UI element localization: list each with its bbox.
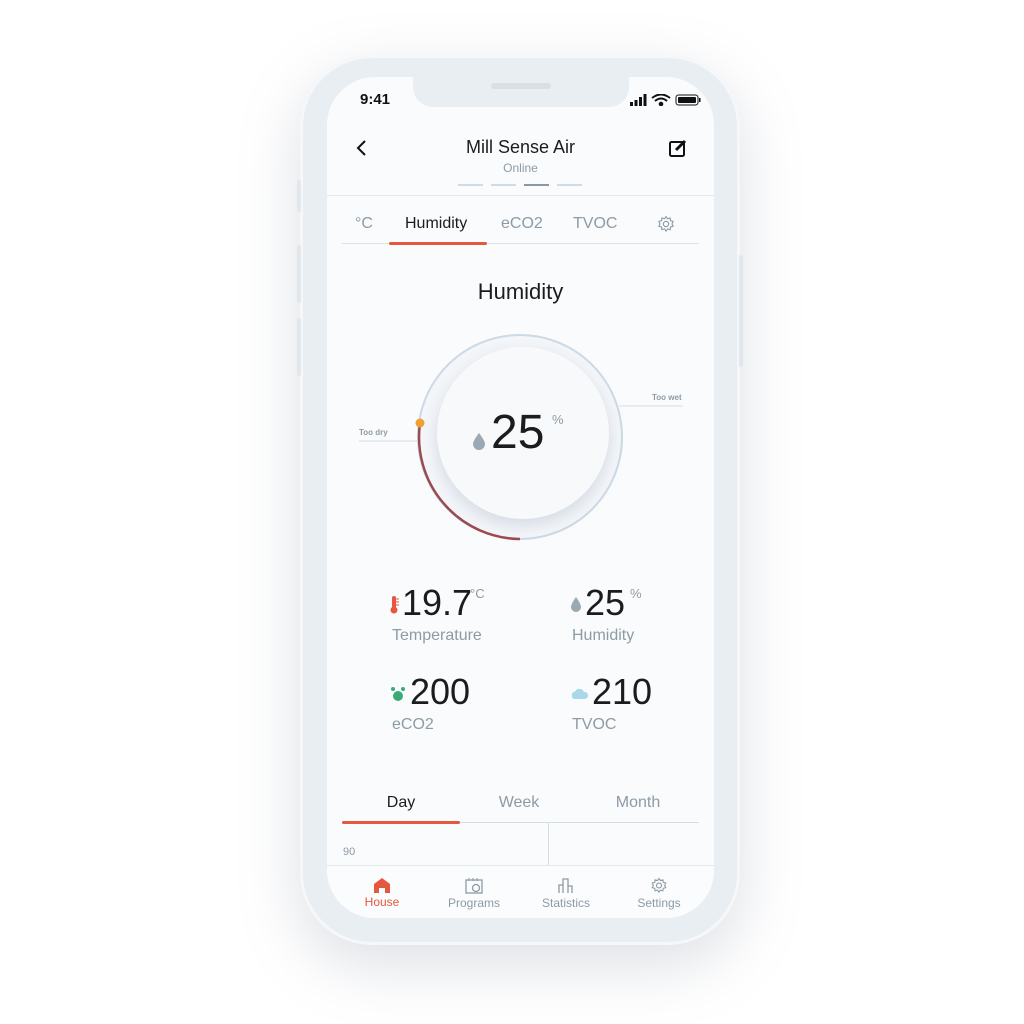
- eco2-label: eCO2: [392, 716, 434, 733]
- chart-cursor-line: [548, 823, 549, 865]
- gauge-title: Humidity: [477, 279, 564, 304]
- nav-statistics[interactable]: Statistics: [518, 877, 614, 910]
- period-tab-day[interactable]: Day: [342, 794, 460, 812]
- status-time: 9:41: [360, 91, 391, 108]
- speaker: [491, 83, 551, 89]
- nav-settings[interactable]: Settings: [611, 877, 707, 910]
- wifi-icon: [651, 94, 671, 106]
- page-dot: [491, 184, 516, 186]
- edit-icon[interactable]: [668, 138, 688, 158]
- eco2-icon: [391, 687, 405, 701]
- mute-switch: [297, 180, 301, 212]
- gauge-handle[interactable]: [415, 418, 425, 428]
- device-status: Online: [503, 161, 538, 175]
- period-tab-week[interactable]: Week: [460, 794, 578, 812]
- power-button: [739, 255, 743, 367]
- nav-settings-label: Settings: [637, 896, 681, 910]
- volume-down-button: [297, 318, 301, 376]
- period-active-indicator: [342, 821, 460, 824]
- house-icon: [374, 878, 390, 893]
- thermometer-icon: [390, 596, 399, 614]
- notch: [413, 77, 629, 107]
- page-dot: [557, 184, 582, 186]
- nav-statistics-label: Statistics: [541, 896, 590, 910]
- gauge-value: 25: [491, 406, 545, 459]
- humidity-label: Humidity: [572, 627, 635, 644]
- eco2-value: 200: [410, 671, 471, 712]
- too-dry-label: Too dry: [359, 428, 388, 437]
- tab-celsius[interactable]: °C: [355, 215, 373, 233]
- nav-programs[interactable]: Programs: [426, 877, 522, 910]
- divider: [327, 195, 714, 196]
- tab-humidity[interactable]: Humidity: [405, 215, 467, 233]
- page-dot: [458, 184, 483, 186]
- humidity-value: 25: [585, 582, 626, 623]
- nav-programs-label: Programs: [447, 896, 500, 910]
- too-wet-label: Too wet: [652, 393, 682, 402]
- tab-settings-gear-icon[interactable]: [657, 215, 675, 233]
- page-title: Mill Sense Air: [465, 137, 576, 157]
- battery-icon: [675, 94, 701, 106]
- page-dot-active: [524, 184, 549, 186]
- calendar-clock-icon: [465, 878, 483, 894]
- drop-icon: [571, 597, 581, 612]
- humidity-unit: %: [630, 586, 642, 601]
- tab-active-indicator: [389, 242, 487, 245]
- gear-icon: [651, 877, 667, 894]
- temperature-unit: °C: [470, 586, 485, 601]
- nav-house[interactable]: House: [334, 877, 430, 909]
- gauge-unit: %: [552, 412, 564, 427]
- bar-chart-icon: [558, 878, 573, 893]
- tvoc-label: TVOC: [572, 716, 617, 733]
- chart-y-tick: 90: [343, 846, 356, 858]
- signal-icon: [630, 94, 647, 106]
- period-tab-month[interactable]: Month: [579, 794, 697, 812]
- temperature-label: Temperature: [392, 627, 482, 644]
- volume-up-button: [297, 245, 301, 303]
- nav-house-label: House: [364, 895, 400, 909]
- temperature-value: 19.7: [402, 582, 473, 623]
- screen: 9:41 Mill Sense Air Online °C Humidity e…: [327, 77, 714, 918]
- tab-eco2[interactable]: eCO2: [501, 215, 543, 233]
- tab-tvoc[interactable]: TVOC: [573, 215, 617, 233]
- cloud-icon: [571, 688, 589, 699]
- page-indicator: [458, 184, 584, 187]
- status-icons: [630, 94, 701, 106]
- tvoc-value: 210: [592, 671, 653, 712]
